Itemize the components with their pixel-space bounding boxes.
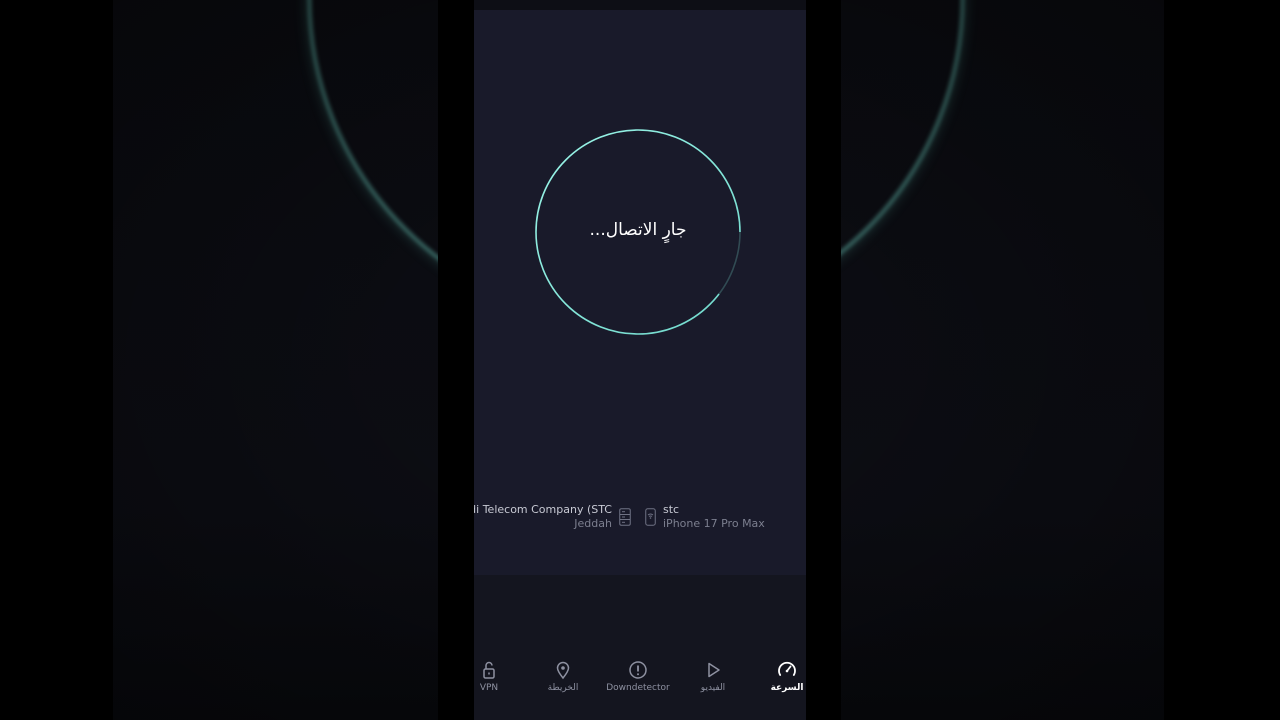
nav-label-map: الخريطة xyxy=(547,683,579,693)
nav-item-video[interactable]: الفيديو xyxy=(673,655,753,700)
video-frame: جارٍ الاتصال... Saudi Telecom Company (S… xyxy=(0,0,1280,720)
device-model: iPhone 17 Pro Max xyxy=(663,517,765,530)
nav-item-vpn[interactable]: VPN xyxy=(474,655,529,700)
right-gutter xyxy=(806,0,841,720)
server-icon xyxy=(619,508,631,526)
nav-item-map[interactable]: الخريطة xyxy=(523,655,603,700)
speedometer-icon xyxy=(777,660,797,680)
server-info-row[interactable]: Saudi Telecom Company (STC Jeddah xyxy=(474,503,806,533)
phone-screen: جارٍ الاتصال... Saudi Telecom Company (S… xyxy=(474,0,806,720)
nav-item-downdetector[interactable]: Downdetector xyxy=(598,655,678,700)
nav-label-video: الفيديو xyxy=(700,683,726,693)
isp-block[interactable]: Saudi Telecom Company (STC Jeddah xyxy=(474,503,612,530)
left-gutter xyxy=(438,0,474,720)
connecting-status: جارٍ الاتصال... xyxy=(589,220,687,240)
nav-label-speed: السرعة xyxy=(770,683,804,693)
nav-label-vpn: VPN xyxy=(479,683,499,693)
lock-icon xyxy=(479,660,499,680)
server-city: Jeddah xyxy=(574,517,612,530)
nav-label-downdetector: Downdetector xyxy=(606,683,670,693)
status-bar xyxy=(474,0,806,10)
device-block[interactable]: stc iPhone 17 Pro Max xyxy=(663,503,765,530)
device-carrier: stc xyxy=(663,503,680,516)
map-pin-icon xyxy=(553,660,573,680)
phone-wifi-icon xyxy=(645,508,656,526)
play-icon xyxy=(703,660,723,680)
alert-icon xyxy=(628,660,648,680)
nav-item-speed[interactable]: السرعة xyxy=(747,655,806,700)
bottom-navigation: VPN الخريطة Downdetector الفيديو السرعة xyxy=(474,655,806,700)
isp-name: Saudi Telecom Company (STC xyxy=(474,503,612,516)
